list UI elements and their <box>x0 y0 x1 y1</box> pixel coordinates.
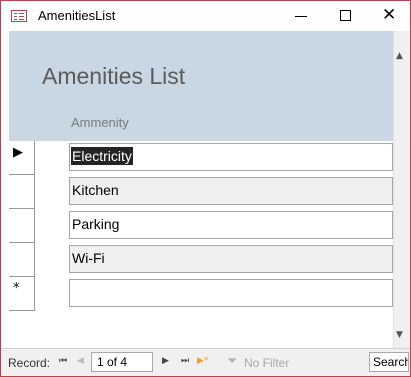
record-selector[interactable]: * <box>9 277 35 311</box>
first-record-icon[interactable]: ⏮ <box>59 356 67 366</box>
window-title: AmenitiesList <box>38 8 116 23</box>
scroll-down-icon: ▼ <box>396 330 403 340</box>
minimize-button[interactable] <box>279 1 323 31</box>
previous-record-icon[interactable]: ◀ <box>77 356 84 366</box>
close-button[interactable]: ✕ <box>367 1 410 31</box>
form-window: AmenitiesList ✕ Amenities List Ammenity … <box>0 0 411 377</box>
ammenity-value: Electricity <box>71 147 133 165</box>
form-header: Amenities List Ammenity <box>9 31 393 141</box>
minimize-icon <box>295 16 307 17</box>
record-navigation-bar: Record: ⏮ ◀ 1 of 4 ▶ ⏭ ▶* ⏷ No Filter Se… <box>1 348 410 376</box>
search-input[interactable]: Search <box>369 352 409 372</box>
current-record-icon: ▶ <box>13 145 23 160</box>
form-title: Amenities List <box>42 63 186 89</box>
last-record-icon[interactable]: ⏭ <box>181 356 189 366</box>
record-row[interactable]: Kitchen <box>9 175 393 209</box>
form-icon <box>11 10 27 22</box>
ammenity-field[interactable]: Wi-Fi <box>69 245 393 273</box>
ammenity-value: Wi-Fi <box>72 250 105 266</box>
record-selector[interactable] <box>9 209 35 243</box>
funnel-icon[interactable]: ⏷ <box>227 354 237 369</box>
current-record-box[interactable]: 1 of 4 <box>91 352 153 372</box>
record-row[interactable]: Parking <box>9 209 393 243</box>
search-placeholder: Search <box>373 355 409 369</box>
title-bar[interactable]: AmenitiesList ✕ <box>1 1 410 31</box>
new-record-icon: * <box>13 281 20 296</box>
record-position: 1 of 4 <box>97 355 128 369</box>
ammenity-value: Parking <box>72 216 120 232</box>
record-label: Record: <box>8 356 51 370</box>
record-row[interactable]: ▶ Electricity <box>9 141 393 175</box>
ammenity-field[interactable]: Electricity <box>69 143 393 171</box>
maximize-button[interactable] <box>324 1 368 31</box>
scroll-up-button[interactable]: ▲ <box>396 51 409 66</box>
ammenity-field[interactable]: Parking <box>69 211 393 239</box>
next-record-icon[interactable]: ▶ <box>162 356 169 366</box>
ammenity-field[interactable]: Kitchen <box>69 177 393 205</box>
record-selector[interactable] <box>9 175 35 209</box>
record-row[interactable]: Wi-Fi <box>9 243 393 277</box>
record-selector[interactable]: ▶ <box>9 141 35 175</box>
vertical-scrollbar[interactable]: ▲ ▼ <box>393 31 410 348</box>
maximize-icon <box>340 10 351 21</box>
ammenity-value: Kitchen <box>72 182 119 198</box>
scroll-down-button[interactable]: ▼ <box>396 330 409 345</box>
column-header-ammenity: Ammenity <box>71 115 129 130</box>
ammenity-value <box>71 291 73 293</box>
filter-status[interactable]: No Filter <box>244 356 289 370</box>
scroll-up-icon: ▲ <box>396 51 403 61</box>
ammenity-field[interactable] <box>69 279 393 307</box>
new-record-icon[interactable]: ▶* <box>197 356 208 366</box>
close-icon: ✕ <box>382 5 397 25</box>
new-record-row[interactable]: * <box>9 277 393 311</box>
record-selector[interactable] <box>9 243 35 277</box>
